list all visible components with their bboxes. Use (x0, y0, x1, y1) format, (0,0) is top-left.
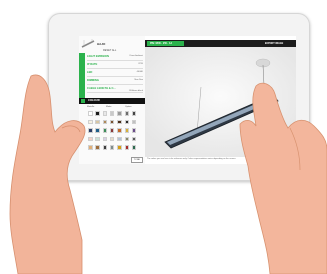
fixture-thumbnail-icon (81, 39, 95, 48)
colour-swatch[interactable] (131, 136, 137, 142)
dimension-tag: PIN: 9500 · 250 · 1A (147, 41, 184, 46)
photo-scene: HAJO RESET ALL LIGHT EMISSION Direct/ind… (0, 0, 327, 274)
colour-swatch[interactable] (95, 119, 100, 125)
filter-metallic[interactable]: Metallic (87, 106, 94, 108)
colour-swatch[interactable] (88, 145, 93, 150)
option-label: LIGHT EMISSION (87, 55, 109, 58)
colour-swatch[interactable] (124, 145, 129, 150)
option-value: Direct/indirect (129, 55, 143, 58)
colour-swatch[interactable] (102, 145, 108, 150)
colour-swatch[interactable] (109, 111, 115, 116)
colour-swatch[interactable] (124, 128, 129, 133)
colour-swatch[interactable] (95, 136, 100, 142)
colour-swatch[interactable] (102, 111, 108, 116)
fixture-name: HAJO (97, 42, 106, 46)
option-label: IP RATE (87, 63, 98, 66)
colour-swatch[interactable] (117, 128, 122, 133)
tablet-screen: HAJO RESET ALL LIGHT EMISSION Direct/ind… (79, 36, 296, 164)
colour-swatch[interactable] (88, 128, 93, 133)
option-label: CABLE LENGTH & C... (87, 87, 116, 90)
colour-filter-row: Metallic Matte Option (87, 106, 143, 110)
option-value: Non Dim (134, 79, 143, 82)
colour-swatch[interactable] (109, 119, 115, 125)
colour-section-header[interactable]: COLOUR (79, 98, 145, 104)
product-3d-viewport[interactable] (145, 47, 296, 157)
lamp-render (145, 47, 296, 157)
colour-swatch[interactable] (124, 119, 129, 125)
option-row-light-emission[interactable]: LIGHT EMISSION Direct/indirect (87, 54, 143, 61)
colour-swatch[interactable] (109, 145, 115, 150)
colour-swatch[interactable] (88, 119, 93, 125)
selection-indicator (79, 53, 85, 99)
colour-swatch[interactable] (117, 111, 122, 116)
colour-swatch[interactable] (117, 136, 122, 142)
configurator-panel: HAJO RESET ALL LIGHT EMISSION Direct/ind… (79, 36, 145, 164)
colour-swatch[interactable] (131, 119, 137, 125)
colour-swatch[interactable] (95, 145, 100, 150)
option-row-cable-length[interactable]: CABLE LENGTH & C... 1500mm black (87, 86, 143, 93)
filter-matte[interactable]: Matte (106, 106, 111, 108)
colour-swatch[interactable] (109, 128, 115, 133)
option-label: DIMMING (87, 79, 99, 82)
colour-swatch[interactable] (109, 136, 115, 142)
option-value: IP20 (138, 63, 144, 66)
colour-disclaimer: The colour you see here is for reference… (147, 158, 236, 160)
option-label: LED (87, 71, 93, 74)
colour-swatch-grid (88, 111, 140, 155)
colour-swatch[interactable] (95, 128, 100, 133)
filter-option[interactable]: Option (125, 106, 131, 108)
colour-swatch[interactable] (102, 128, 108, 133)
colour-swatch[interactable] (117, 145, 122, 150)
colour-swatch[interactable] (124, 136, 129, 142)
total-button[interactable]: TOTAL (131, 157, 143, 163)
export-image-button[interactable]: EXPORT IMAGE (255, 41, 293, 46)
colour-swatch[interactable] (102, 119, 108, 125)
colour-swatch[interactable] (117, 119, 122, 125)
colour-swatch[interactable] (131, 128, 137, 133)
check-icon (80, 99, 85, 103)
colour-swatch[interactable] (88, 111, 93, 116)
colour-swatch[interactable] (102, 136, 108, 142)
colour-swatch[interactable] (124, 111, 129, 116)
option-row-ip-rate[interactable]: IP RATE IP20 (87, 62, 143, 69)
colour-swatch[interactable] (88, 136, 93, 142)
option-row-led[interactable]: LED 4000K (87, 70, 143, 77)
option-value: 4000K (136, 71, 143, 74)
colour-swatch[interactable] (95, 111, 100, 116)
reset-all-button[interactable]: RESET ALL (103, 49, 116, 52)
colour-swatch[interactable] (131, 145, 137, 150)
colour-section-label: COLOUR (88, 99, 100, 103)
option-value: 1500mm black (128, 90, 143, 93)
option-row-dimming[interactable]: DIMMING Non Dim (87, 78, 143, 85)
colour-swatch[interactable] (131, 111, 137, 116)
